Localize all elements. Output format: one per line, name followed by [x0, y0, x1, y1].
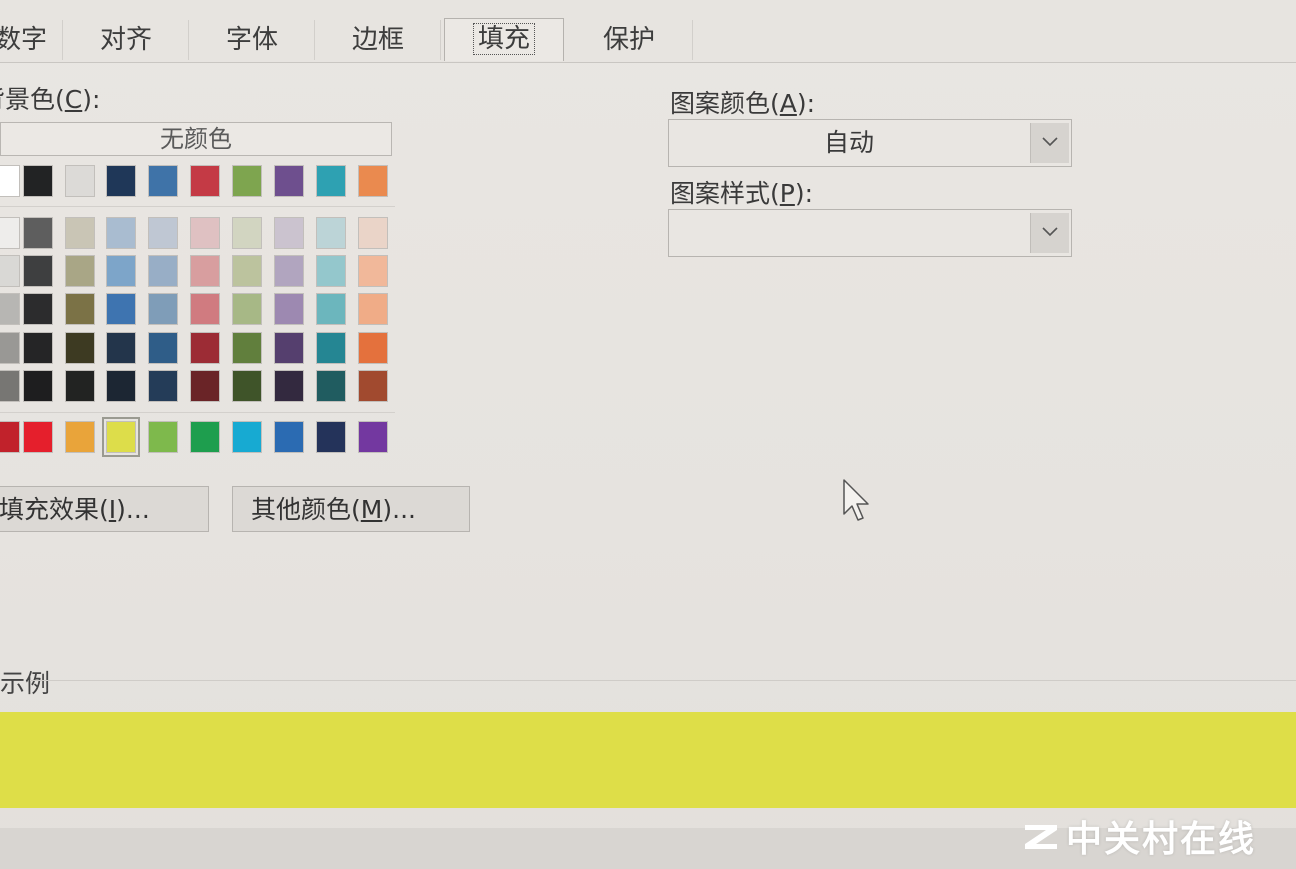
color-swatch-theme[interactable] — [0, 165, 20, 197]
pattern-style-dropdown[interactable] — [668, 209, 1072, 257]
color-swatch-tint[interactable] — [106, 255, 136, 287]
color-swatch-tint[interactable] — [316, 370, 346, 402]
color-swatch-standard[interactable] — [23, 421, 53, 453]
pattern-color-label: 图案颜色(A): — [670, 89, 816, 118]
color-swatch-tint[interactable] — [148, 370, 178, 402]
tab-protection[interactable]: 保护 — [566, 20, 693, 60]
color-swatch-tint[interactable] — [106, 332, 136, 364]
color-swatch-standard[interactable] — [65, 421, 95, 453]
color-swatch-tint[interactable] — [358, 293, 388, 325]
pattern-style-dropdown-button[interactable] — [1030, 213, 1069, 253]
sample-divider — [30, 680, 1296, 681]
color-swatch-tint[interactable] — [190, 332, 220, 364]
color-swatch-tint[interactable] — [316, 293, 346, 325]
color-swatch-standard[interactable] — [190, 421, 220, 453]
color-swatch-standard[interactable] — [274, 421, 304, 453]
color-swatch-standard[interactable] — [358, 421, 388, 453]
color-swatch-tint[interactable] — [232, 332, 262, 364]
sample-preview — [0, 712, 1296, 808]
pattern-style-label: 图案样式(P): — [670, 179, 814, 208]
tab-bar: 数字 对齐 字体 边框 填充 保护 — [0, 0, 1296, 63]
color-swatch-tint[interactable] — [274, 255, 304, 287]
color-swatch-standard[interactable] — [102, 417, 140, 457]
color-swatch-tint[interactable] — [190, 255, 220, 287]
fill-effects-button[interactable]: 填充效果(I)... — [0, 486, 209, 532]
tab-alignment[interactable]: 对齐 — [64, 20, 189, 60]
color-swatch-tint[interactable] — [316, 255, 346, 287]
color-swatch-tint[interactable] — [274, 293, 304, 325]
color-swatch-tint[interactable] — [0, 255, 20, 287]
color-swatch-tint[interactable] — [106, 370, 136, 402]
palette-divider — [0, 412, 395, 413]
color-swatch-tint[interactable] — [148, 217, 178, 249]
color-swatch-theme[interactable] — [274, 165, 304, 197]
color-swatch-tint[interactable] — [358, 332, 388, 364]
color-swatch-tint[interactable] — [106, 217, 136, 249]
sample-label: 示例 — [0, 669, 51, 698]
color-swatch-tint[interactable] — [274, 332, 304, 364]
color-swatch-tint[interactable] — [23, 370, 53, 402]
color-swatch-tint[interactable] — [23, 255, 53, 287]
pattern-color-value: 自动 — [823, 128, 874, 157]
color-swatch-tint[interactable] — [0, 370, 20, 402]
color-swatch-tint[interactable] — [65, 370, 95, 402]
color-swatch-tint[interactable] — [148, 255, 178, 287]
palette-divider — [0, 206, 395, 207]
color-swatch-tint[interactable] — [190, 293, 220, 325]
color-swatch-standard[interactable] — [148, 421, 178, 453]
pattern-color-dropdown-button[interactable] — [1030, 123, 1069, 163]
chevron-down-icon — [1042, 227, 1058, 237]
color-swatch-tint[interactable] — [316, 217, 346, 249]
color-swatch-tint[interactable] — [274, 370, 304, 402]
color-swatch-standard[interactable] — [0, 421, 20, 453]
color-swatch-theme[interactable] — [148, 165, 178, 197]
color-swatch-tint[interactable] — [232, 370, 262, 402]
background-color-label: 背景色(C): — [0, 85, 101, 114]
color-swatch-tint[interactable] — [232, 255, 262, 287]
color-swatch-tint[interactable] — [358, 370, 388, 402]
pattern-color-dropdown[interactable]: 自动 — [668, 119, 1072, 167]
color-swatch-tint[interactable] — [0, 217, 20, 249]
color-swatch-theme[interactable] — [106, 165, 136, 197]
color-swatch-theme[interactable] — [65, 165, 95, 197]
color-swatch-tint[interactable] — [358, 217, 388, 249]
color-swatch-tint[interactable] — [148, 332, 178, 364]
tab-fill[interactable]: 填充 — [444, 18, 564, 61]
color-swatch-tint[interactable] — [65, 293, 95, 325]
color-swatch-tint[interactable] — [232, 293, 262, 325]
color-swatch-tint[interactable] — [23, 332, 53, 364]
color-swatch-tint[interactable] — [106, 293, 136, 325]
color-swatch-theme[interactable] — [232, 165, 262, 197]
tab-number[interactable]: 数字 — [0, 20, 63, 60]
color-swatch-standard[interactable] — [232, 421, 262, 453]
tab-border[interactable]: 边框 — [316, 20, 441, 60]
color-swatch-tint[interactable] — [0, 332, 20, 364]
chevron-down-icon — [1042, 137, 1058, 147]
color-swatch-tint[interactable] — [190, 370, 220, 402]
watermark: 中关村在线 — [1022, 810, 1256, 862]
no-color-button[interactable]: 无颜色 — [0, 122, 392, 156]
color-swatch-theme[interactable] — [190, 165, 220, 197]
color-swatch-tint[interactable] — [65, 255, 95, 287]
color-swatch-standard[interactable] — [316, 421, 346, 453]
color-swatch-theme[interactable] — [358, 165, 388, 197]
color-swatch-tint[interactable] — [232, 217, 262, 249]
more-colors-button[interactable]: 其他颜色(M)... — [232, 486, 470, 532]
color-swatch-tint[interactable] — [316, 332, 346, 364]
color-swatch-tint[interactable] — [0, 293, 20, 325]
color-swatch-theme[interactable] — [23, 165, 53, 197]
color-swatch-tint[interactable] — [358, 255, 388, 287]
color-swatch-tint[interactable] — [148, 293, 178, 325]
color-swatch-tint[interactable] — [274, 217, 304, 249]
tab-font[interactable]: 字体 — [190, 20, 315, 60]
color-swatch-tint[interactable] — [190, 217, 220, 249]
color-swatch-tint[interactable] — [65, 217, 95, 249]
color-swatch-theme[interactable] — [316, 165, 346, 197]
color-swatch-tint[interactable] — [23, 293, 53, 325]
pattern-style-value — [669, 210, 1029, 256]
color-swatch-tint[interactable] — [65, 332, 95, 364]
zol-logo-icon — [1022, 821, 1060, 862]
color-swatch-tint[interactable] — [23, 217, 53, 249]
mouse-pointer-icon — [843, 479, 869, 521]
